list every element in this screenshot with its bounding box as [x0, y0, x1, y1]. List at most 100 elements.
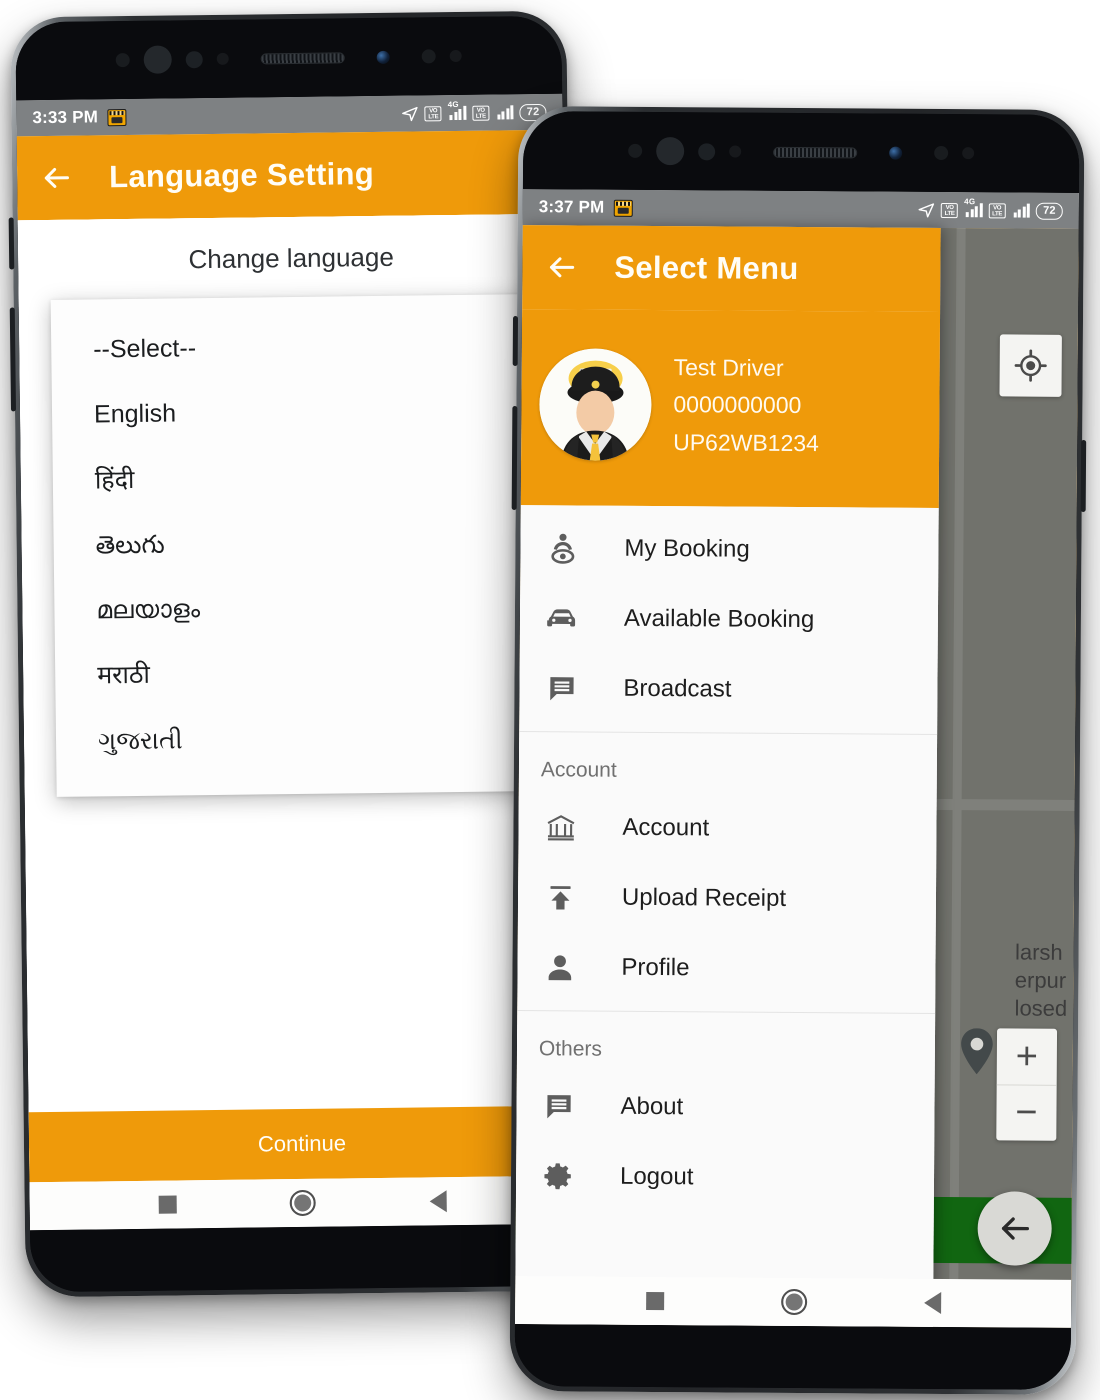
phone2-app-bar: Select Menu [522, 225, 941, 312]
my-location-icon[interactable] [999, 334, 1062, 397]
language-option-telugu[interactable]: తెలుగు [53, 507, 568, 579]
phone2-screen: 3:37 PM VO LTE 4G VO LTE 72 larsh erpur … [514, 189, 1079, 1328]
map-zoom-out-button[interactable]: − [996, 1084, 1057, 1141]
back-arrow-icon[interactable] [544, 250, 578, 284]
back-arrow-icon [1001, 1217, 1029, 1240]
language-option-english[interactable]: English [52, 377, 567, 449]
driver-vehicle: UP62WB1234 [673, 428, 819, 456]
phone1-content: Change language --Select-- English हिंदी… [17, 213, 576, 1231]
sensor-dot-icon [449, 49, 462, 63]
map-label-line-2: erpur [1014, 967, 1067, 994]
circle-home-icon[interactable] [290, 1189, 317, 1217]
signal-strength-icon-1: 4G [448, 100, 467, 121]
status-time: 3:33 PM [32, 107, 99, 128]
taxi-app-icon [613, 199, 633, 217]
message-icon [541, 668, 581, 708]
volte-icon-1: VO LTE [424, 105, 442, 121]
front-camera-icon [889, 146, 903, 160]
location-arrow-icon [918, 202, 935, 217]
language-option-gujarati[interactable]: ગુજરાતી [56, 703, 571, 775]
driver-phone: 0000000000 [673, 391, 802, 419]
drawer-menu-list: My Booking Available Booking Broadcast A… [514, 505, 939, 1327]
menu-item-my-booking[interactable]: My Booking [520, 513, 938, 586]
phone1-bottom-bezel [30, 1223, 577, 1293]
bank-icon [540, 807, 580, 847]
driver-name: Test Driver [673, 354, 784, 382]
volte-icon-2: VO LTE [988, 202, 1006, 218]
phone1-volume-button[interactable] [9, 307, 17, 412]
menu-item-broadcast[interactable]: Broadcast [519, 653, 937, 726]
map-zoom-in-button[interactable]: + [997, 1028, 1057, 1084]
phone1-app-bar: Language Setting [16, 129, 564, 221]
language-option-select[interactable]: --Select-- [51, 312, 566, 384]
language-option-hindi[interactable]: हिंदी [52, 442, 567, 514]
menu-label: Available Booking [623, 604, 815, 634]
drawer-profile-header[interactable]: Test Driver 0000000000 UP62WB1234 [520, 309, 941, 508]
menu-label: My Booking [624, 534, 750, 563]
language-option-malayalam[interactable]: മലയാളം [54, 573, 569, 645]
square-recents-icon[interactable] [158, 1195, 177, 1214]
menu-group-account: Account Account Upload Receipt Profile [517, 731, 938, 1013]
triangle-back-icon[interactable] [429, 1190, 447, 1213]
triangle-back-icon[interactable] [923, 1291, 941, 1315]
phone1-screen: 3:33 PM VO LTE 4G VO LTE Language Settin… [16, 93, 576, 1231]
battery-indicator: 72 [1036, 202, 1063, 220]
menu-label: Broadcast [623, 674, 732, 703]
menu-item-logout[interactable]: Logout [516, 1141, 934, 1214]
message-icon [538, 1086, 578, 1126]
map-label-line-1: larsh [1014, 939, 1063, 965]
signal-strength-icon-2 [1012, 203, 1031, 218]
menu-item-account[interactable]: Account [518, 792, 936, 865]
front-camera-icon [376, 50, 390, 64]
phone2-status-bar: 3:37 PM VO LTE 4G VO LTE 72 [522, 189, 1079, 229]
person-icon [539, 947, 579, 987]
car-icon [542, 598, 582, 638]
sensor-dot-icon [216, 52, 229, 65]
sensor-dot-icon [421, 49, 436, 64]
driver-person-icon [542, 528, 582, 568]
phone2-power-button[interactable] [1080, 439, 1087, 513]
phone1-android-nav-bar [29, 1175, 576, 1231]
screenshot-stage: 3:33 PM VO LTE 4G VO LTE Language Settin… [0, 0, 1100, 1400]
phone2-button-bixby[interactable] [512, 316, 519, 367]
menu-group-label-others: Others [538, 1037, 603, 1061]
earpiece-speaker-icon [260, 51, 345, 64]
map-place-label: larsh erpur losed [1015, 939, 1068, 1024]
phone1-button-bixby[interactable] [8, 217, 15, 270]
phone2-content: larsh erpur losed + − Select Menu Test D… [514, 225, 1079, 1328]
menu-item-profile[interactable]: Profile [517, 932, 935, 1005]
phone-device-select-menu: 3:37 PM VO LTE 4G VO LTE 72 larsh erpur … [509, 106, 1087, 1395]
circle-home-icon[interactable] [780, 1288, 807, 1316]
signal-strength-icon-1: 4G [964, 197, 983, 218]
menu-item-upload-receipt[interactable]: Upload Receipt [518, 862, 936, 935]
proximity-sensor-icon [115, 52, 130, 68]
sensor-dot-icon [729, 145, 742, 158]
continue-button[interactable]: Continue [28, 1105, 576, 1183]
map-zoom-controls[interactable]: + − [996, 1028, 1058, 1141]
iris-scanner-icon [656, 137, 685, 166]
earpiece-speaker-icon [773, 146, 858, 158]
map-pin-icon[interactable] [959, 1028, 995, 1075]
page-title: Select Menu [614, 249, 799, 286]
menu-label: Upload Receipt [621, 883, 787, 912]
change-language-label: Change language [17, 213, 565, 308]
menu-item-about[interactable]: About [516, 1071, 934, 1144]
menu-item-available-booking[interactable]: Available Booking [520, 583, 938, 656]
language-dropdown-list[interactable]: --Select-- English हिंदी తెలుగు മലയാളം म… [50, 293, 571, 797]
navigation-drawer: Select Menu Test Driver 0000000000 UP62W… [514, 225, 941, 1327]
menu-label: About [620, 1092, 684, 1121]
volte-icon-2: VO LTE [472, 105, 490, 121]
status-time: 3:37 PM [538, 197, 605, 217]
language-option-marathi[interactable]: मराठी [55, 638, 570, 710]
page-title: Language Setting [108, 156, 375, 195]
phone2-volume-button[interactable] [511, 406, 518, 511]
back-arrow-icon[interactable] [39, 161, 73, 195]
back-fab-button[interactable] [977, 1191, 1052, 1266]
avatar [539, 348, 652, 461]
iris-scanner-icon [143, 45, 172, 74]
taxi-app-icon [106, 108, 127, 126]
upload-icon [540, 877, 580, 917]
signal-strength-icon-2 [495, 105, 514, 120]
square-recents-icon[interactable] [645, 1291, 664, 1311]
proximity-sensor-icon [628, 143, 643, 158]
